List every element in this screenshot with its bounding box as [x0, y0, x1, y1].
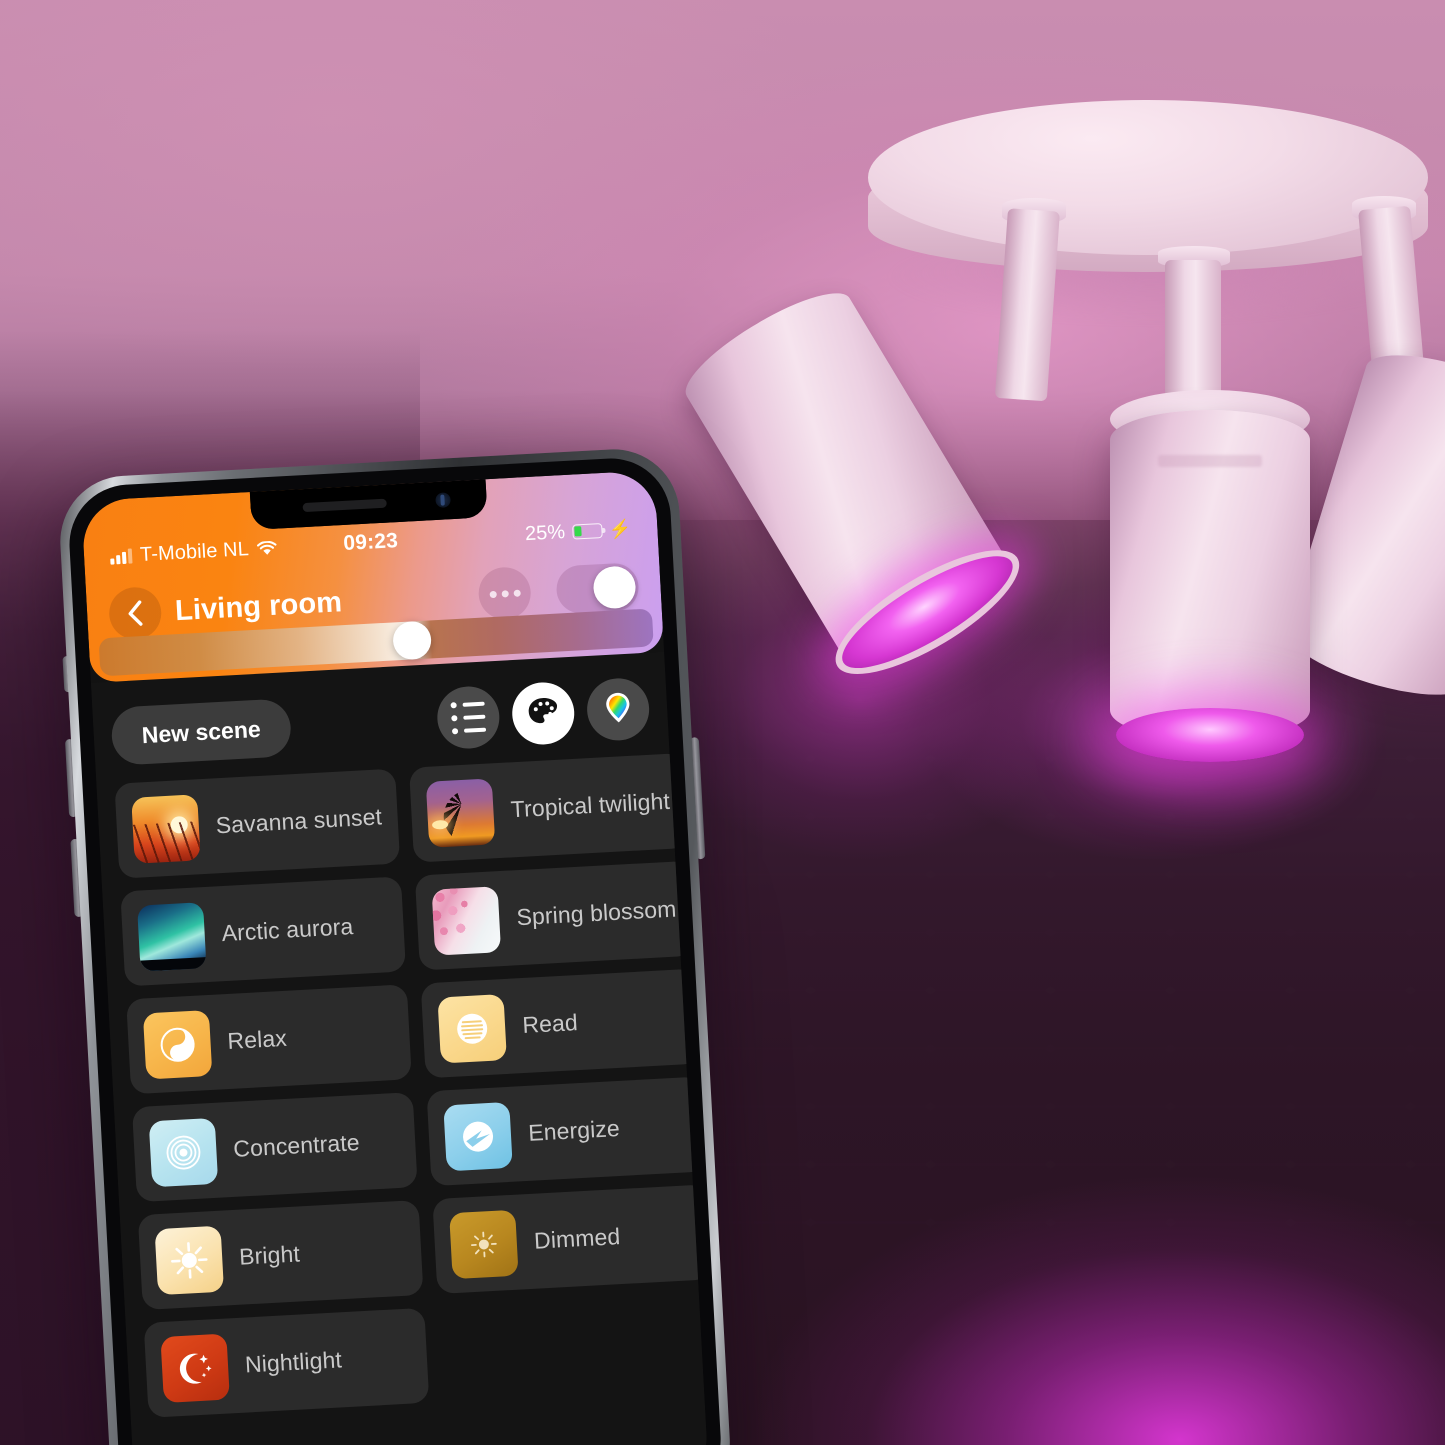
more-options-icon: [489, 590, 497, 598]
tab-color-picker[interactable]: [585, 676, 651, 743]
scene-thumbnail-tropical-twilight: [426, 777, 496, 848]
scene-card-arctic-aurora[interactable]: Arctic aurora: [120, 876, 407, 987]
scene-card-spring-blossom[interactable]: Spring blossom: [415, 860, 695, 971]
scene-thumbnail-savanna-sunset: [131, 793, 201, 864]
scene-label: Concentrate: [232, 1129, 361, 1162]
scene-label: Tropical twilight: [510, 787, 671, 823]
scene-card-concentrate[interactable]: Concentrate: [131, 1092, 419, 1203]
relax-icon: [143, 1009, 212, 1078]
lamp-base-plate-top: [868, 100, 1428, 255]
scene-thumbnail-energize: [443, 1101, 514, 1171]
scene-card-tropical-twilight[interactable]: Tropical twilight: [409, 752, 690, 863]
back-button[interactable]: [107, 586, 163, 641]
carrier-label: T-Mobile NL: [139, 537, 250, 566]
chevron-left-icon: [124, 599, 145, 628]
more-options-icon: [512, 589, 521, 597]
read-icon: [438, 994, 507, 1063]
room-power-toggle[interactable]: [555, 562, 640, 615]
phone-screen: T-Mobile NL 09:23 25% ⚡ Living room New …: [81, 470, 710, 1445]
scene-card-relax[interactable]: Relax: [126, 984, 413, 1095]
ceiling-lamp-fixture: [673, 60, 1445, 762]
sun-icon: [155, 1225, 224, 1294]
wifi-icon: [256, 540, 277, 556]
scene-card-dimmed[interactable]: Dimmed: [432, 1184, 710, 1295]
dim-sun-icon: [449, 1209, 518, 1278]
scene-thumbnail-bright: [154, 1225, 225, 1295]
scene-card-savanna-sunset[interactable]: Savanna sunset: [114, 768, 401, 879]
scene-thumbnail-relax: [142, 1009, 213, 1079]
tab-scenes-palette[interactable]: [510, 680, 576, 747]
brightness-slider-thumb[interactable]: [392, 620, 433, 661]
lamp-spot-left-rim: [819, 528, 1036, 697]
more-options-icon: [501, 589, 509, 598]
signal-bars-icon: [110, 547, 133, 565]
new-scene-button[interactable]: New scene: [110, 698, 293, 766]
scene-label: Read: [521, 1009, 579, 1039]
earpiece-speaker-icon: [302, 498, 387, 513]
front-camera-icon: [435, 492, 451, 508]
tab-list-view[interactable]: [435, 684, 501, 751]
scene-thumbnail-nightlight: [160, 1333, 230, 1403]
scene-label: Savanna sunset: [215, 803, 383, 839]
battery-percent-label: 25%: [524, 520, 566, 545]
scene-thumbnail-concentrate: [148, 1117, 219, 1187]
scene-label: Energize: [527, 1114, 621, 1146]
moon-stars-icon: [160, 1333, 229, 1402]
scene-list-panel: New scene Savanna sunset Tropical twilig…: [90, 651, 710, 1445]
scene-label: Arctic aurora: [220, 913, 354, 947]
view-mode-tabs: [435, 676, 651, 751]
energize-icon: [444, 1101, 513, 1170]
scene-label: Spring blossom: [515, 895, 677, 931]
palette-icon: [525, 693, 561, 734]
scene-label: Nightlight: [244, 1346, 343, 1378]
screenshot-canvas: T-Mobile NL 09:23 25% ⚡ Living room New …: [0, 0, 1445, 1445]
color-drop-icon: [602, 689, 634, 730]
lightning-bolt-icon: ⚡: [608, 518, 632, 540]
scene-thumbnail-read: [437, 993, 508, 1063]
battery-icon: [571, 522, 603, 540]
scene-label: Dimmed: [533, 1223, 621, 1254]
toggle-knob: [592, 565, 637, 610]
scene-label: Relax: [226, 1024, 288, 1055]
lamp-spot-center-lens: [1116, 708, 1304, 762]
scene-grid: Savanna sunset Tropical twilight Arctic …: [114, 752, 710, 1418]
concentrate-icon: [149, 1117, 218, 1186]
page-title: Living room: [174, 585, 343, 627]
scene-card-energize[interactable]: Energize: [426, 1076, 707, 1187]
scene-card-bright[interactable]: Bright: [137, 1199, 424, 1310]
lamp-brand-marking: [1158, 455, 1262, 467]
scene-thumbnail-arctic-aurora: [137, 901, 207, 972]
battery-fill: [574, 526, 582, 537]
new-scene-label: New scene: [141, 715, 262, 748]
scene-card-read[interactable]: Read: [421, 968, 701, 1079]
scene-card-nightlight[interactable]: Nightlight: [143, 1307, 430, 1418]
scene-label: Bright: [238, 1240, 301, 1270]
list-icon: [450, 701, 487, 735]
scene-thumbnail-spring-blossom: [431, 885, 502, 956]
more-options-button[interactable]: [477, 566, 533, 621]
scene-thumbnail-dimmed: [449, 1209, 519, 1279]
smartphone: T-Mobile NL 09:23 25% ⚡ Living room New …: [24, 437, 753, 1445]
